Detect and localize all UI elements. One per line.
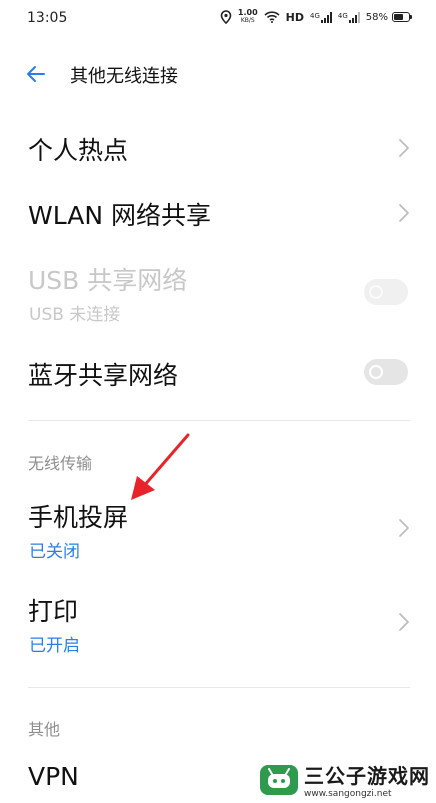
network-speed: 1.00 KB/S [238,9,258,25]
chevron-right-icon [399,613,409,631]
divider [28,420,410,421]
signal-2: 4G [337,11,360,23]
watermark-text: 三公子游戏网 www.sangongzi.net [304,760,430,799]
usb-share-toggle [364,279,408,305]
hd-indicator: HD [285,10,304,24]
back-arrow-icon[interactable] [24,62,48,86]
usb-share-label: USB 共享网络 [28,266,188,295]
speed-unit: KB/S [240,17,255,24]
signal-1: 4G [309,11,332,23]
chevron-right-icon [399,519,409,537]
chevron-right-icon [399,204,409,222]
section-other: 其他 [28,720,61,739]
watermark-logo-icon [260,764,298,795]
status-time: 13:05 [27,10,68,26]
hotspot-item[interactable]: 个人热点 [0,125,436,171]
wlan-share-item[interactable]: WLAN 网络共享 [0,190,436,236]
bluetooth-share-item[interactable]: 蓝牙共享网络 [0,350,436,396]
speed-value: 1.00 [237,8,258,17]
page-header: 其他无线连接 [0,52,436,96]
signal-bars-icon [320,11,332,23]
usb-share-status: USB 未连接 [29,305,121,325]
signal-bars-icon [348,11,360,23]
section-wireless-transfer: 无线传输 [28,454,93,473]
print-status: 已开启 [29,636,80,656]
watermark-url: www.sangongzi.net [304,789,392,799]
battery: 58% [365,11,412,23]
page-title: 其他无线连接 [70,66,178,87]
watermark-title: 三公子游戏网 [304,764,430,788]
watermark: 三公子游戏网 www.sangongzi.net [260,760,430,799]
screen-cast-status: 已关闭 [29,542,80,562]
status-bar: 13:05 1.00 KB/S HD 4G 4G 58% [0,0,436,38]
bluetooth-share-toggle[interactable] [364,359,408,385]
bluetooth-share-label: 蓝牙共享网络 [28,361,179,390]
wlan-share-label: WLAN 网络共享 [28,201,211,230]
chevron-right-icon [399,139,409,157]
location-icon [220,10,232,24]
screen-cast-label: 手机投屏 [28,503,129,532]
annotation-arrow-icon [131,433,190,500]
screen-cast-item[interactable]: 手机投屏 已关闭 [0,492,436,566]
network-type-1: 4G [309,11,320,20]
wifi-icon [264,11,280,23]
print-item[interactable]: 打印 已开启 [0,586,436,660]
network-type-2: 4G [337,11,348,20]
divider [28,687,410,688]
vpn-label: VPN [28,762,79,791]
status-icons: 1.00 KB/S HD 4G 4G 58% [220,9,412,25]
hotspot-label: 个人热点 [28,136,129,165]
print-label: 打印 [28,597,79,626]
battery-percent: 58% [365,11,388,23]
usb-share-item: USB 共享网络 USB 未连接 [0,255,436,329]
battery-icon [392,12,412,22]
